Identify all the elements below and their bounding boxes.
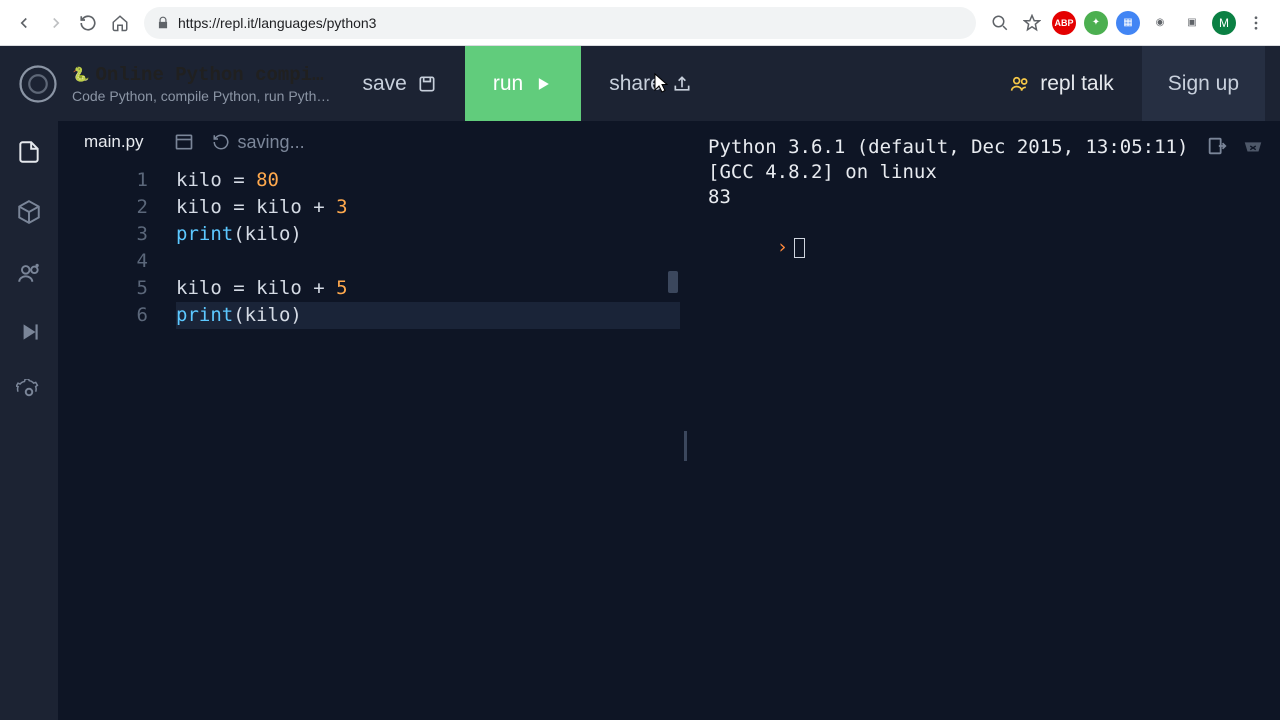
play-icon xyxy=(533,74,553,94)
lock-icon xyxy=(156,16,170,30)
signup-button[interactable]: Sign up xyxy=(1142,46,1265,121)
extension-icon[interactable]: ▦ xyxy=(1116,11,1140,35)
bookmark-star-icon[interactable] xyxy=(1016,7,1048,39)
logout-icon[interactable] xyxy=(1204,135,1230,157)
url-bar[interactable]: https://repl.it/languages/python3 xyxy=(144,7,976,39)
scrollbar-thumb[interactable] xyxy=(668,271,678,293)
save-icon xyxy=(417,74,437,94)
debugger-icon[interactable] xyxy=(16,319,42,345)
editor-tabs: main.py saving... xyxy=(58,121,680,163)
app-header: 🐍 Online Python compiler, O… Code Python… xyxy=(0,46,1280,121)
refresh-icon xyxy=(212,133,230,151)
console-line: [GCC 4.8.2] on linux xyxy=(708,160,1262,185)
people-icon xyxy=(1010,74,1030,94)
saving-status: saving... xyxy=(212,132,305,153)
code-line: 3print(kilo) xyxy=(58,221,680,248)
tab-main-py[interactable]: main.py xyxy=(72,126,156,158)
console-output: 83 xyxy=(708,185,1262,210)
menu-button[interactable] xyxy=(1240,7,1272,39)
save-button[interactable]: save xyxy=(335,46,465,121)
page-subtitle: Code Python, compile Python, run Python,… xyxy=(72,88,335,104)
extension-icon[interactable]: ✦ xyxy=(1084,11,1108,35)
console-prompt-line: › xyxy=(708,210,1262,285)
extension-icon[interactable]: ▣ xyxy=(1180,11,1204,35)
share-icon xyxy=(672,74,692,94)
sidebar xyxy=(0,121,58,720)
repl-talk-link[interactable]: repl talk xyxy=(982,46,1142,121)
app-body: main.py saving... 1kilo = 802kilo = kilo… xyxy=(0,121,1280,720)
console-line: Python 3.6.1 (default, Dec 2015, 13:05:1… xyxy=(708,135,1262,160)
page-title: Online Python compiler, O… xyxy=(95,64,334,86)
console-pane[interactable]: Python 3.6.1 (default, Dec 2015, 13:05:1… xyxy=(690,121,1280,720)
packages-icon[interactable] xyxy=(16,199,42,225)
editor-pane: main.py saving... 1kilo = 802kilo = kilo… xyxy=(58,121,680,720)
share-button[interactable]: share xyxy=(581,46,720,121)
zoom-icon[interactable] xyxy=(984,7,1016,39)
cursor-icon xyxy=(794,238,805,258)
code-line: 2kilo = kilo + 3 xyxy=(58,194,680,221)
reload-button[interactable] xyxy=(72,7,104,39)
extension-icon[interactable]: ◉ xyxy=(1148,11,1172,35)
run-button[interactable]: run xyxy=(465,46,581,121)
files-icon[interactable] xyxy=(16,139,42,165)
python-icon: 🐍 xyxy=(72,66,89,83)
title-block: 🐍 Online Python compiler, O… Code Python… xyxy=(72,64,335,104)
code-editor[interactable]: 1kilo = 802kilo = kilo + 33print(kilo)45… xyxy=(58,163,680,720)
prompt-icon: › xyxy=(777,236,788,258)
code-line: 4 xyxy=(58,248,680,275)
browser-toolbar: https://repl.it/languages/python3 ABP ✦ … xyxy=(0,0,1280,46)
settings-icon[interactable] xyxy=(16,379,42,405)
replit-logo[interactable] xyxy=(15,61,60,106)
code-line: 6print(kilo) xyxy=(58,302,680,329)
multiplayer-icon[interactable] xyxy=(16,259,42,285)
pane-splitter[interactable] xyxy=(680,121,690,720)
home-button[interactable] xyxy=(104,7,136,39)
code-line: 1kilo = 80 xyxy=(58,167,680,194)
forward-button[interactable] xyxy=(40,7,72,39)
code-line: 5kilo = kilo + 5 xyxy=(58,275,680,302)
url-text: https://repl.it/languages/python3 xyxy=(178,15,376,31)
layout-icon[interactable] xyxy=(174,132,194,152)
profile-avatar[interactable]: M xyxy=(1212,11,1236,35)
clear-icon[interactable] xyxy=(1240,135,1266,157)
back-button[interactable] xyxy=(8,7,40,39)
adblock-extension-icon[interactable]: ABP xyxy=(1052,11,1076,35)
